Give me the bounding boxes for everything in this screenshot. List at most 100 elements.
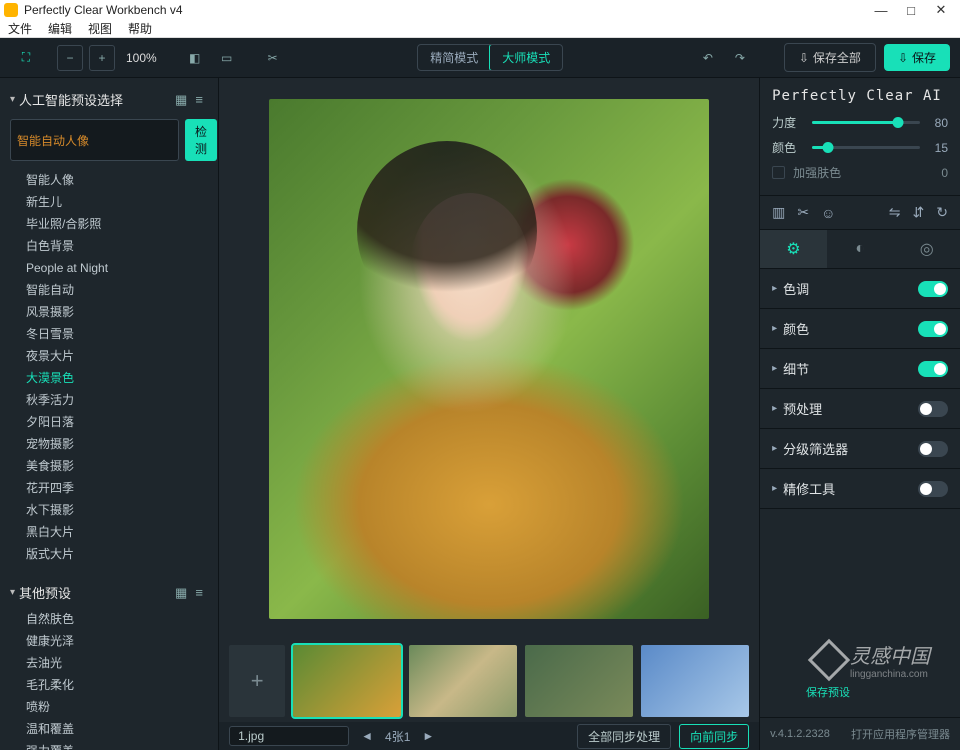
- next-image-icon[interactable]: ►: [418, 729, 438, 743]
- section-toggle[interactable]: [918, 481, 948, 497]
- menu-view[interactable]: 视图: [88, 20, 112, 37]
- filename-field[interactable]: 1.jpg: [229, 726, 349, 746]
- chevron-down-icon[interactable]: ▾: [10, 587, 15, 598]
- accordion-header[interactable]: ▸ 预处理: [760, 389, 960, 428]
- enhance-skin-checkbox[interactable]: [772, 166, 785, 179]
- batch-process-button[interactable]: 全部同步处理: [577, 724, 671, 749]
- save-all-button[interactable]: ⇩ 保存全部: [784, 43, 876, 72]
- main-image[interactable]: [269, 99, 709, 619]
- list-item[interactable]: 秋季活力: [26, 389, 218, 411]
- accordion-header[interactable]: ▸ 细节: [760, 349, 960, 388]
- section-toggle[interactable]: [918, 281, 948, 297]
- accordion-header[interactable]: ▸ 精修工具: [760, 469, 960, 508]
- crop-icon[interactable]: ✂: [260, 45, 286, 71]
- tab-adjust[interactable]: ⚙: [760, 230, 827, 268]
- thumbnail[interactable]: [293, 645, 401, 717]
- histogram-icon[interactable]: ▥: [772, 204, 785, 221]
- list-item[interactable]: 智能人像: [26, 169, 218, 191]
- undo-icon[interactable]: ↶: [695, 45, 721, 71]
- zoom-level[interactable]: 100%: [126, 51, 157, 65]
- slider-track[interactable]: [812, 146, 920, 149]
- editor-viewport: + 1.jpg ◄ 4张1 ► 全部同步处理 向前同步: [219, 78, 759, 750]
- close-button[interactable]: ✕: [926, 2, 956, 18]
- list-item[interactable]: 智能自动: [26, 279, 218, 301]
- list-item[interactable]: 水下摄影: [26, 499, 218, 521]
- detect-button[interactable]: 检测: [185, 119, 217, 161]
- enhance-skin-value: 0: [941, 166, 948, 180]
- list-item[interactable]: 冬日雪景: [26, 323, 218, 345]
- menu-edit[interactable]: 编辑: [48, 20, 72, 37]
- maximize-button[interactable]: □: [896, 3, 926, 18]
- list-item[interactable]: 温和覆盖: [26, 718, 218, 740]
- app-logo: [4, 3, 18, 17]
- tab-looks[interactable]: ◐: [827, 230, 894, 268]
- list-item[interactable]: 花开四季: [26, 477, 218, 499]
- list-item[interactable]: 白色背景: [26, 235, 218, 257]
- crop-tool-icon[interactable]: ✂: [797, 204, 809, 221]
- redo-icon[interactable]: ↷: [727, 45, 753, 71]
- zoom-in-button[interactable]: +: [89, 45, 115, 71]
- list-item[interactable]: 健康光泽: [26, 630, 218, 652]
- mode-simple[interactable]: 精简模式: [418, 45, 490, 70]
- chevron-down-icon[interactable]: ▾: [10, 94, 15, 105]
- ai-presets-header[interactable]: 人工智能预设选择: [19, 90, 172, 109]
- other-presets-header[interactable]: 其他预设: [19, 583, 172, 602]
- list-item[interactable]: People at Night: [26, 257, 218, 279]
- grid-view-icon[interactable]: ▦: [172, 92, 190, 108]
- menu-file[interactable]: 文件: [8, 20, 32, 37]
- sync-forward-button[interactable]: 向前同步: [679, 724, 749, 749]
- zoom-out-button[interactable]: −: [57, 45, 83, 71]
- list-item[interactable]: 版式大片: [26, 543, 218, 565]
- preset-sidebar: ▾ 人工智能预设选择 ▦ ≡ 检测 智能人像新生儿毕业照/合影照白色背景Peop…: [0, 78, 219, 750]
- list-item[interactable]: 黑白大片: [26, 521, 218, 543]
- thumbnail[interactable]: [641, 645, 749, 717]
- window-title: Perfectly Clear Workbench v4: [24, 3, 866, 17]
- list-item[interactable]: 夜景大片: [26, 345, 218, 367]
- list-item[interactable]: 毛孔柔化: [26, 674, 218, 696]
- chevron-right-icon: ▸: [772, 283, 777, 294]
- list-item[interactable]: 喷粉: [26, 696, 218, 718]
- accordion-header[interactable]: ▸ 分级筛选器: [760, 429, 960, 468]
- section-toggle[interactable]: [918, 401, 948, 417]
- minimize-button[interactable]: —: [866, 3, 896, 18]
- list-item[interactable]: 强力覆盖: [26, 740, 218, 750]
- list-item[interactable]: 自然肤色: [26, 608, 218, 630]
- list-item[interactable]: 宠物摄影: [26, 433, 218, 455]
- accordion-header[interactable]: ▸ 色调: [760, 269, 960, 308]
- fit-screen-icon[interactable]: ⛶: [13, 45, 39, 71]
- list-item[interactable]: 新生儿: [26, 191, 218, 213]
- thumbnail[interactable]: [525, 645, 633, 717]
- accordion-header[interactable]: ▸ 颜色: [760, 309, 960, 348]
- flip-h-icon[interactable]: ⇋: [889, 204, 901, 221]
- menu-help[interactable]: 帮助: [128, 20, 152, 37]
- save-button[interactable]: ⇩ 保存: [884, 44, 950, 71]
- mode-master[interactable]: 大师模式: [489, 44, 563, 71]
- rotate-icon[interactable]: ↻: [936, 204, 948, 221]
- chevron-right-icon: ▸: [772, 403, 777, 414]
- list-item[interactable]: 美食摄影: [26, 455, 218, 477]
- compare-split-icon[interactable]: ◧: [182, 45, 208, 71]
- saved-preset-label[interactable]: 保存预设: [806, 684, 850, 700]
- list-item[interactable]: 夕阳日落: [26, 411, 218, 433]
- chevron-right-icon: ▸: [772, 363, 777, 374]
- open-app-manager-link[interactable]: 打开应用程序管理器: [851, 726, 950, 742]
- add-image-button[interactable]: +: [229, 645, 285, 717]
- section-toggle[interactable]: [918, 321, 948, 337]
- prev-image-icon[interactable]: ◄: [357, 729, 377, 743]
- list-item[interactable]: 去油光: [26, 652, 218, 674]
- list-item[interactable]: 风景摄影: [26, 301, 218, 323]
- compare-side-icon[interactable]: ▭: [214, 45, 240, 71]
- list-view-icon[interactable]: ≡: [190, 92, 208, 107]
- list-item[interactable]: 毕业照/合影照: [26, 213, 218, 235]
- tab-finish[interactable]: ◎: [893, 230, 960, 268]
- preset-search-input[interactable]: [10, 119, 179, 161]
- flip-v-icon[interactable]: ⇵: [913, 204, 925, 221]
- list-view-icon[interactable]: ≡: [190, 585, 208, 600]
- thumbnail[interactable]: [409, 645, 517, 717]
- grid-view-icon[interactable]: ▦: [172, 585, 190, 601]
- face-icon[interactable]: ☺: [821, 205, 835, 221]
- slider-track[interactable]: [812, 121, 920, 124]
- section-toggle[interactable]: [918, 441, 948, 457]
- section-toggle[interactable]: [918, 361, 948, 377]
- list-item[interactable]: 大漠景色: [26, 367, 218, 389]
